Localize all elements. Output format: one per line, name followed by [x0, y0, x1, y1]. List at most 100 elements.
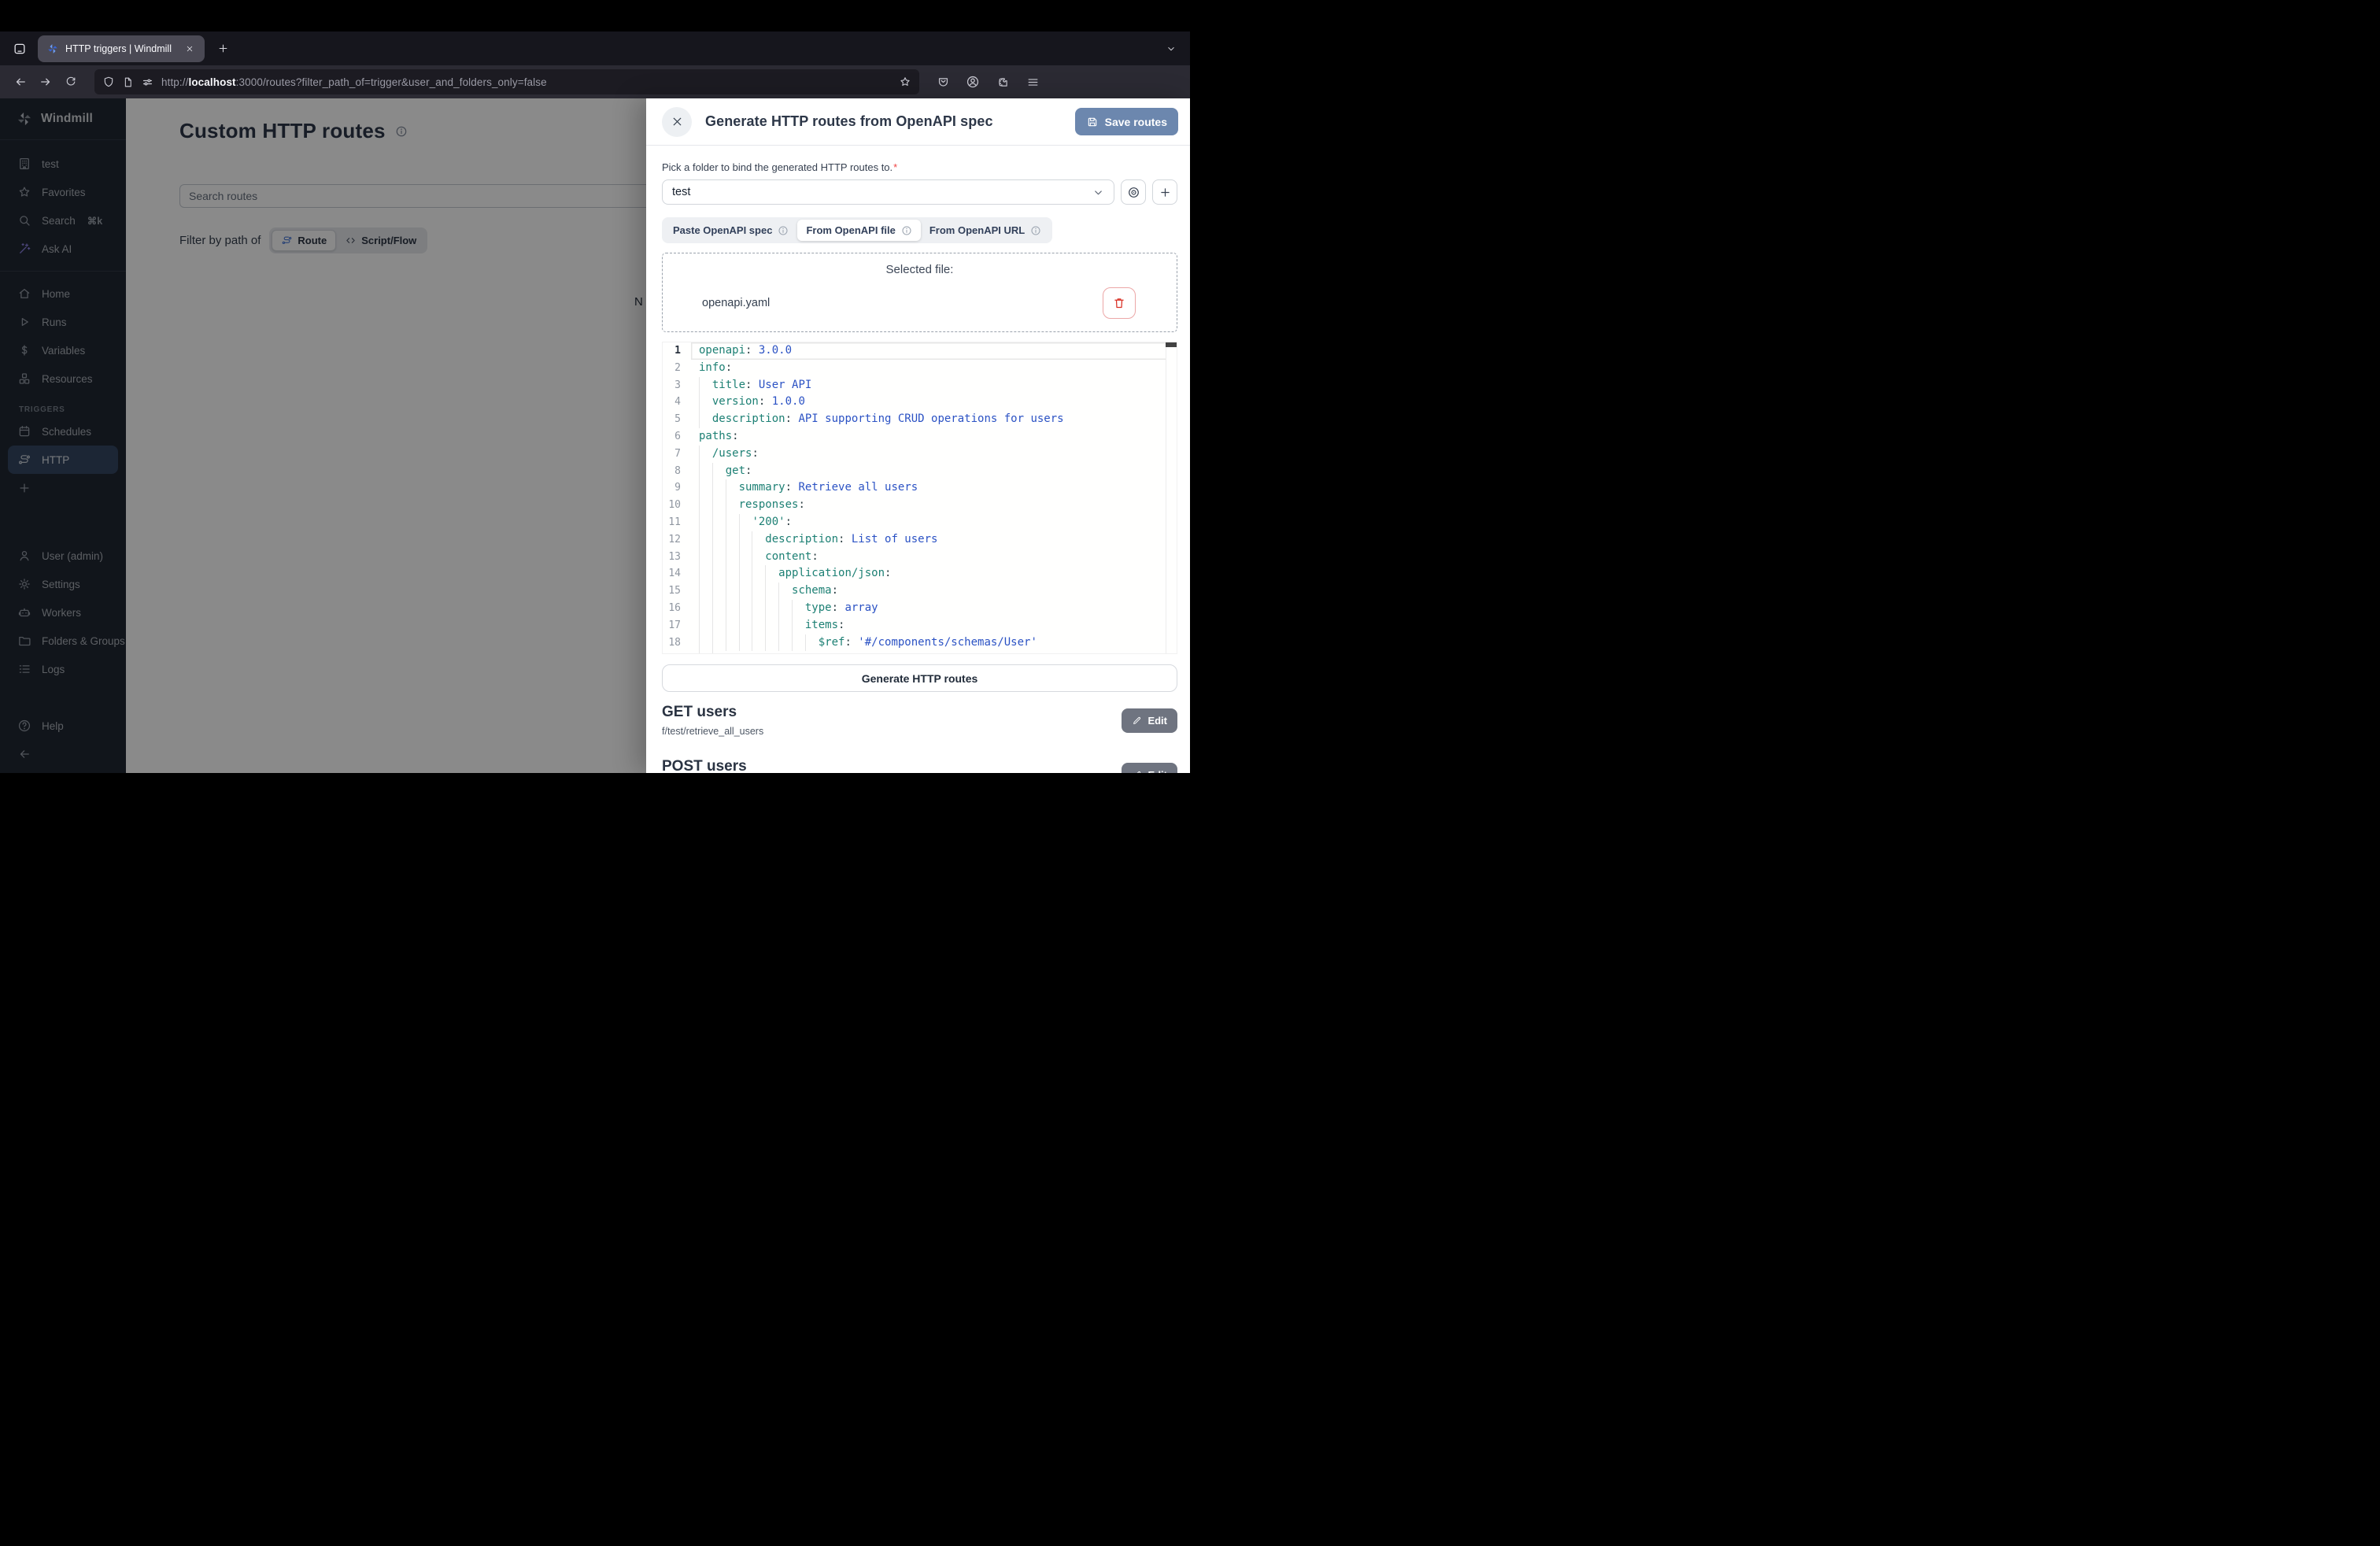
pencil-icon	[1132, 770, 1142, 774]
code-line[interactable]: 11 '200':	[663, 514, 1177, 531]
code-text: title: User API	[691, 377, 1177, 394]
url-bar[interactable]: http://localhost:3000/routes?filter_path…	[94, 69, 919, 94]
code-line[interactable]: 10 responses:	[663, 497, 1177, 514]
bookmark-star-icon[interactable]	[899, 76, 911, 88]
pencil-icon	[1132, 716, 1142, 726]
drawer-close-button[interactable]	[662, 107, 692, 137]
shield-icon[interactable]	[102, 76, 115, 88]
reload-icon	[65, 76, 77, 88]
code-text: items:	[691, 617, 1177, 634]
url-text[interactable]: http://localhost:3000/routes?filter_path…	[161, 76, 892, 88]
code-line[interactable]: 1openapi: 3.0.0	[663, 342, 1177, 360]
code-text: paths:	[691, 428, 1177, 446]
browser-nav-bar: http://localhost:3000/routes?filter_path…	[0, 65, 1190, 98]
plus-icon	[217, 43, 229, 54]
windmill-app: Windmill testFavoritesSearch⌘kAsk AI Hom…	[0, 98, 1190, 773]
edit-route-button[interactable]: Edit	[1122, 708, 1177, 733]
extensions-button[interactable]	[990, 69, 1015, 94]
line-number: 8	[663, 463, 691, 480]
browser-tab[interactable]: HTTP triggers | Windmill	[38, 35, 205, 62]
code-line[interactable]: 5 description: API supporting CRUD opera…	[663, 411, 1177, 428]
code-line[interactable]: 19 post:	[663, 651, 1177, 654]
tab-from-openapi-url[interactable]: From OpenAPI URL	[921, 220, 1050, 241]
preview-folder-button[interactable]	[1121, 179, 1146, 205]
tab-paste-openapi-spec[interactable]: Paste OpenAPI spec	[664, 220, 797, 241]
code-line[interactable]: 17 items:	[663, 617, 1177, 634]
code-line[interactable]: 14 application/json:	[663, 565, 1177, 583]
code-line[interactable]: 15 schema:	[663, 583, 1177, 600]
line-number: 14	[663, 565, 691, 583]
eye-icon	[1127, 186, 1140, 199]
info-icon	[1030, 225, 1041, 236]
code-line[interactable]: 6paths:	[663, 428, 1177, 446]
add-folder-button[interactable]	[1152, 179, 1177, 205]
chevron-down-icon	[1166, 43, 1177, 54]
back-icon	[13, 75, 28, 89]
code-text: summary: Retrieve all users	[691, 479, 1177, 497]
edit-route-button[interactable]: Edit	[1122, 763, 1177, 774]
forward-button[interactable]	[33, 69, 58, 94]
chevron-down-icon	[1092, 187, 1104, 198]
firefox-view-button[interactable]	[8, 37, 31, 61]
code-line[interactable]: 8 get:	[663, 463, 1177, 480]
editor-scrollbar[interactable]	[1166, 342, 1177, 653]
new-tab-button[interactable]	[211, 37, 235, 61]
page-info-icon[interactable]	[122, 76, 134, 88]
code-text: post:	[691, 651, 1177, 654]
drawer-header: Generate HTTP routes from OpenAPI spec S…	[646, 98, 1190, 146]
line-number: 19	[663, 651, 691, 654]
generated-routes-list: GET usersf/test/retrieve_all_usersEditPO…	[662, 704, 1177, 773]
pocket-icon	[937, 76, 950, 89]
code-text: '200':	[691, 514, 1177, 531]
selected-file-label: Selected file:	[675, 263, 1164, 276]
code-line[interactable]: 12 description: List of users	[663, 531, 1177, 549]
code-line[interactable]: 9 summary: Retrieve all users	[663, 479, 1177, 497]
code-text: schema:	[691, 583, 1177, 600]
folder-field-label: Pick a folder to bind the generated HTTP…	[662, 161, 1177, 173]
line-number: 6	[663, 428, 691, 446]
code-line[interactable]: 3 title: User API	[663, 377, 1177, 394]
line-number: 15	[663, 583, 691, 600]
code-line[interactable]: 4 version: 1.0.0	[663, 394, 1177, 411]
info-icon	[901, 225, 912, 236]
remove-file-button[interactable]	[1103, 287, 1136, 319]
code-text: openapi: 3.0.0	[691, 342, 1177, 360]
puzzle-icon	[996, 76, 1010, 89]
code-line[interactable]: 13 content:	[663, 549, 1177, 566]
code-text: description: API supporting CRUD operati…	[691, 411, 1177, 428]
list-all-tabs-button[interactable]	[1160, 38, 1182, 60]
line-number: 5	[663, 411, 691, 428]
account-button[interactable]	[960, 69, 985, 94]
code-line[interactable]: 7 /users:	[663, 446, 1177, 463]
code-text: info:	[691, 360, 1177, 377]
route-title: POST users	[662, 758, 1122, 773]
code-line[interactable]: 2info:	[663, 360, 1177, 377]
generate-routes-button[interactable]: Generate HTTP routes	[662, 664, 1177, 692]
drawer-overlay[interactable]	[0, 98, 646, 773]
folder-select-value: test	[672, 186, 1092, 198]
code-line[interactable]: 16 type: array	[663, 600, 1177, 617]
firefox-view-icon	[13, 42, 27, 56]
openapi-code-editor[interactable]: 1openapi: 3.0.02info:3 title: User API4 …	[662, 342, 1177, 654]
reload-button[interactable]	[58, 69, 83, 94]
windmill-favicon	[46, 43, 59, 55]
route-path: f/test/retrieve_all_users	[662, 726, 1122, 737]
back-button[interactable]	[8, 69, 33, 94]
openapi-drawer: Generate HTTP routes from OpenAPI spec S…	[646, 98, 1190, 773]
permissions-sliders-icon[interactable]	[141, 76, 154, 89]
code-text: version: 1.0.0	[691, 394, 1177, 411]
editor-scrollbar-thumb[interactable]	[1166, 342, 1177, 347]
tab-from-openapi-file[interactable]: From OpenAPI file	[797, 220, 920, 241]
save-icon	[1086, 116, 1099, 128]
tab-title: HTTP triggers | Windmill	[65, 43, 176, 54]
tab-close-icon[interactable]	[182, 41, 198, 57]
save-routes-button[interactable]: Save routes	[1075, 108, 1178, 135]
app-menu-button[interactable]	[1020, 69, 1045, 94]
code-line[interactable]: 18 $ref: '#/components/schemas/User'	[663, 634, 1177, 652]
pocket-button[interactable]	[930, 69, 955, 94]
folder-select[interactable]: test	[662, 179, 1114, 205]
code-text: $ref: '#/components/schemas/User'	[691, 634, 1177, 652]
code-text: description: List of users	[691, 531, 1177, 549]
line-number: 18	[663, 634, 691, 652]
code-text: application/json:	[691, 565, 1177, 583]
